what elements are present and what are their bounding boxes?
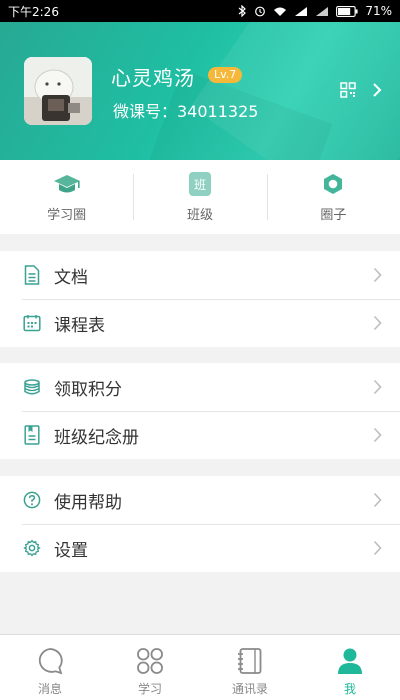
level-badge: Lv.7 [208, 67, 243, 83]
battery-icon [336, 5, 358, 17]
chevron-right-icon [373, 540, 382, 556]
tab-messages[interactable]: 消息 [0, 635, 100, 700]
tab-label: 我 [343, 682, 356, 696]
menu-item-label: 使用帮助 [54, 492, 122, 513]
tab-contacts[interactable]: 通讯录 [200, 635, 300, 700]
menu-item-label: 文档 [54, 267, 88, 288]
menu-item-label: 班级纪念册 [54, 427, 139, 448]
menu-item-label: 课程表 [54, 315, 105, 336]
menu-item-yearbook[interactable]: 班级纪念册 [0, 411, 400, 459]
help-icon [22, 490, 42, 510]
alarm-icon [255, 6, 266, 17]
status-bar: 下午2:26 71% [0, 0, 400, 22]
shortcut-label: 圈子 [320, 208, 347, 223]
hexagon-icon [324, 174, 343, 194]
menu-group: 文档 课程表 [0, 251, 400, 347]
menu-item-settings[interactable]: 设置 [0, 524, 400, 572]
coins-icon [22, 377, 42, 397]
wifi-icon [274, 7, 287, 16]
menu-item-help[interactable]: 使用帮助 [0, 476, 400, 524]
shortcut-label: 学习圈 [47, 208, 87, 223]
contacts-icon [238, 648, 262, 674]
bluetooth-icon [238, 5, 247, 17]
tab-label: 消息 [37, 682, 62, 696]
graduation-cap-icon [53, 175, 80, 193]
gear-icon [22, 538, 42, 558]
tab-label: 学习 [137, 682, 162, 696]
shortcut-circle[interactable]: 圈子 [266, 160, 400, 234]
profile-header[interactable]: 心灵鸡汤 Lv.7 微课号：34011325 [0, 22, 400, 160]
user-nickname: 心灵鸡汤 [111, 66, 195, 90]
battery-percent: 71% [365, 4, 392, 18]
avatar[interactable] [24, 57, 92, 125]
shortcut-class[interactable]: 班 班级 [133, 160, 266, 234]
tab-label: 通讯录 [231, 682, 268, 696]
menu-item-points[interactable]: 领取积分 [0, 363, 400, 411]
tab-me[interactable]: 我 [300, 635, 400, 700]
bottom-tab-bar: 消息 学习 通讯录 我 [0, 634, 400, 700]
message-icon [38, 648, 63, 675]
weike-id: 微课号：34011325 [113, 102, 259, 121]
document-icon [22, 265, 42, 285]
grid-icon [137, 648, 163, 674]
calendar-icon [22, 313, 42, 333]
shortcut-label: 班级 [186, 208, 213, 223]
signal-icon [295, 6, 308, 16]
menu-item-label: 设置 [54, 540, 88, 561]
chevron-right-icon [373, 267, 382, 283]
shortcut-bar: 学习圈 班 班级 圈子 [0, 160, 400, 234]
menu-item-timetable[interactable]: 课程表 [0, 299, 400, 347]
qr-code-icon[interactable] [340, 82, 356, 98]
class-icon: 班 [188, 172, 211, 196]
status-time: 下午2:26 [8, 4, 59, 19]
menu-group: 使用帮助 设置 [0, 476, 400, 572]
menu-item-label: 领取积分 [54, 379, 122, 400]
shortcut-study-circle[interactable]: 学习圈 [0, 160, 133, 234]
chevron-right-icon[interactable] [372, 82, 382, 98]
tab-study[interactable]: 学习 [100, 635, 200, 700]
chevron-right-icon [373, 492, 382, 508]
menu-item-documents[interactable]: 文档 [0, 251, 400, 299]
chevron-right-icon [373, 315, 382, 331]
menu-group: 领取积分 班级纪念册 [0, 363, 400, 459]
person-icon [338, 648, 362, 674]
album-icon [22, 425, 42, 445]
chevron-right-icon [373, 427, 382, 443]
signal-icon [316, 6, 329, 16]
chevron-right-icon [373, 379, 382, 395]
